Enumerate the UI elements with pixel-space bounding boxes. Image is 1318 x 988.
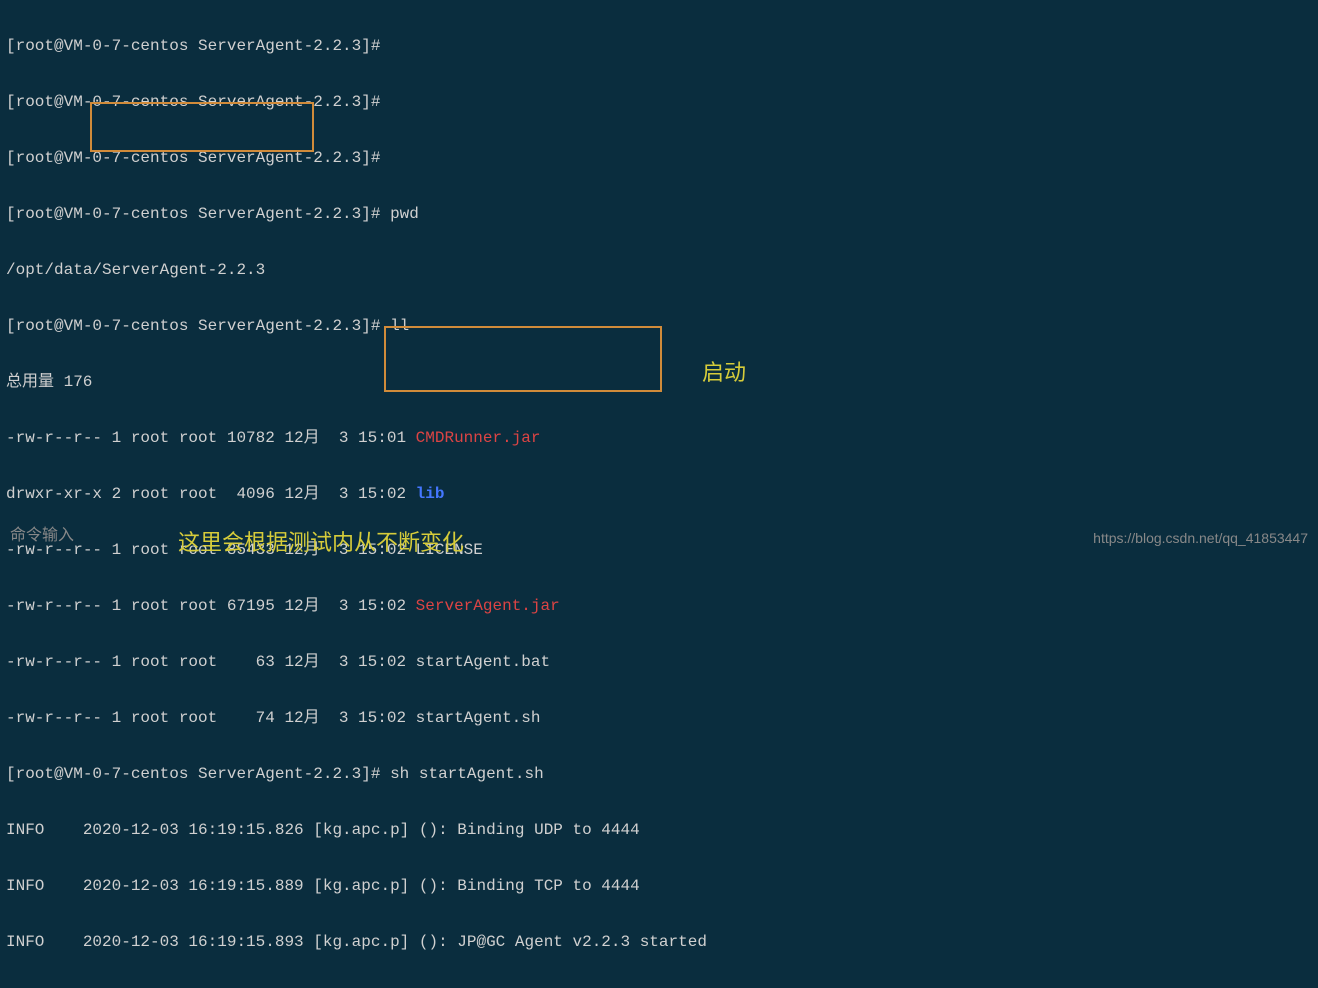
file-name-jar: CMDRunner.jar <box>416 429 541 447</box>
log-info: INFO 2020-12-03 16:19:15.889 [kg.apc.p] … <box>6 872 1312 900</box>
prompt: [root@VM-0-7-centos ServerAgent-2.2.3]# <box>6 205 390 223</box>
command-text: pwd <box>390 205 419 223</box>
file-meta: -rw-r--r-- 1 root root 10782 12月 3 15:01 <box>6 429 416 447</box>
command-line-ll: [root@VM-0-7-centos ServerAgent-2.2.3]# … <box>6 312 1312 340</box>
command-text: ll <box>390 317 409 335</box>
log-info: INFO 2020-12-03 16:19:15.893 [kg.apc.p] … <box>6 928 1312 956</box>
file-name-jar: ServerAgent.jar <box>416 597 560 615</box>
output-path: /opt/data/ServerAgent-2.2.3 <box>6 256 1312 284</box>
prompt-line: [root@VM-0-7-centos ServerAgent-2.2.3]# <box>6 144 1312 172</box>
file-meta: drwxr-xr-x 2 root root 4096 12月 3 15:02 <box>6 485 416 503</box>
command-text: sh startAgent.sh <box>390 765 544 783</box>
file-entry: drwxr-xr-x 2 root root 4096 12月 3 15:02 … <box>6 480 1312 508</box>
prompt-line: [root@VM-0-7-centos ServerAgent-2.2.3]# <box>6 88 1312 116</box>
prompt-line: [root@VM-0-7-centos ServerAgent-2.2.3]# <box>6 32 1312 60</box>
file-entry: -rw-r--r-- 1 root root 67195 12月 3 15:02… <box>6 592 1312 620</box>
file-name-dir: lib <box>416 485 445 503</box>
file-entry: -rw-r--r-- 1 root root 74 12月 3 15:02 st… <box>6 704 1312 732</box>
output-total: 总用量 176 <box>6 368 1312 396</box>
command-line-sh: [root@VM-0-7-centos ServerAgent-2.2.3]# … <box>6 760 1312 788</box>
file-entry: -rw-r--r-- 1 root root 10782 12月 3 15:01… <box>6 424 1312 452</box>
annotation-start: 启动 <box>702 354 746 393</box>
prompt: [root@VM-0-7-centos ServerAgent-2.2.3]# <box>6 765 390 783</box>
footer-right-url: https://blog.csdn.net/qq_41853447 <box>1093 526 1308 551</box>
file-meta: -rw-r--r-- 1 root root 67195 12月 3 15:02 <box>6 597 416 615</box>
file-entry: -rw-r--r-- 1 root root 63 12月 3 15:02 st… <box>6 648 1312 676</box>
command-line-pwd: [root@VM-0-7-centos ServerAgent-2.2.3]# … <box>6 200 1312 228</box>
footer-left-text: 命令输入 <box>10 522 74 550</box>
log-info: INFO 2020-12-03 16:19:15.826 [kg.apc.p] … <box>6 816 1312 844</box>
terminal-output[interactable]: [root@VM-0-7-centos ServerAgent-2.2.3]# … <box>0 0 1318 988</box>
prompt: [root@VM-0-7-centos ServerAgent-2.2.3]# <box>6 317 390 335</box>
annotation-bottom: 这里会根据测试内从不断变化 <box>178 524 464 563</box>
